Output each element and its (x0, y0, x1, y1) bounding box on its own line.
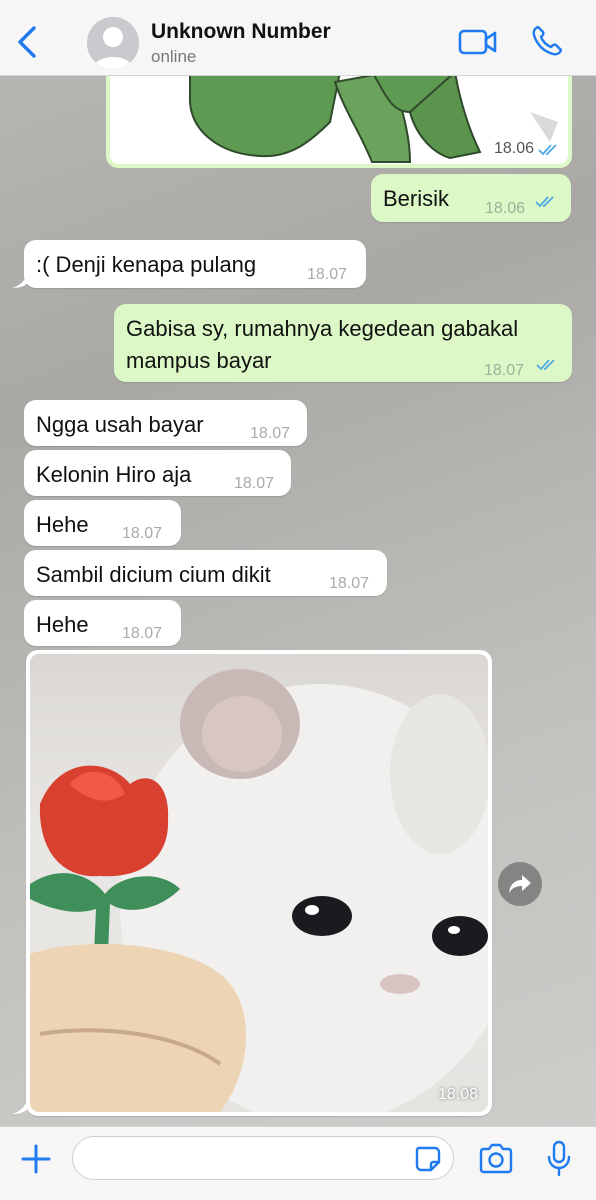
message-time: 18.06 (485, 200, 526, 217)
message-bubble-incoming[interactable]: Hehe 18.07 (24, 600, 181, 646)
message-bubble-outgoing[interactable]: Gabisa sy, rumahnya kegedean gabakal mam… (114, 304, 572, 382)
double-check-icon (538, 144, 557, 156)
plus-icon (21, 1144, 51, 1174)
sticker-icon (415, 1146, 441, 1172)
message-time: 18.06 (493, 140, 534, 157)
message-text: Hehe (36, 512, 89, 537)
message-time: 18.07 (484, 362, 525, 379)
message-text: Hehe (36, 612, 89, 637)
avatar-placeholder-icon (87, 17, 139, 69)
camera-icon (479, 1143, 513, 1174)
image-message[interactable]: 18.08 (26, 650, 492, 1116)
contact-name[interactable]: Unknown Number (151, 20, 331, 44)
message-bubble-incoming[interactable]: Hehe 18.07 (24, 500, 181, 546)
chevron-left-icon (18, 26, 36, 58)
chat-area[interactable]: 18.06 Berisik 18.06 :( Denji kenapa pula… (0, 76, 596, 1126)
contact-status: online (151, 47, 197, 66)
double-check-icon (536, 359, 555, 371)
message-time: 18.07 (234, 475, 275, 492)
message-text: Sambil dicium cium dikit (36, 562, 271, 587)
forward-button[interactable] (498, 862, 542, 906)
cat-image: 18.08 (30, 654, 488, 1112)
message-time: 18.07 (329, 575, 370, 592)
message-text: Ngga usah bayar (36, 412, 204, 437)
message-text: :( Denji kenapa pulang (36, 252, 257, 277)
cat-with-rose-graphic (30, 669, 488, 1112)
message-time: 18.08 (437, 1086, 478, 1103)
message-time: 18.07 (307, 266, 348, 283)
back-button[interactable] (14, 24, 42, 60)
video-call-button[interactable] (458, 26, 498, 58)
message-bubble-incoming[interactable]: Sambil dicium cium dikit 18.07 (24, 550, 387, 596)
message-bubble-incoming[interactable]: Kelonin Hiro aja 18.07 (24, 450, 291, 496)
sticker-message[interactable]: 18.06 (106, 76, 572, 168)
chat-header: Unknown Number online (0, 0, 596, 76)
microphone-button[interactable] (546, 1140, 572, 1178)
double-check-icon (535, 196, 554, 208)
camera-button[interactable] (478, 1143, 514, 1175)
attach-button[interactable] (20, 1143, 52, 1175)
message-time: 18.07 (250, 425, 291, 442)
voice-call-button[interactable] (530, 24, 564, 58)
message-text: Kelonin Hiro aja (36, 462, 192, 487)
bubble-tail (12, 1098, 28, 1114)
message-input[interactable] (72, 1136, 454, 1180)
phone-icon (532, 25, 563, 56)
message-text-line-1: Gabisa sy, rumahnya kegedean gabakal (126, 316, 519, 341)
microphone-icon (547, 1140, 571, 1177)
bubble-tail (12, 272, 28, 288)
sticker-button[interactable] (414, 1145, 442, 1173)
message-time: 18.07 (122, 525, 163, 542)
message-text: Berisik (383, 186, 450, 211)
message-bubble-outgoing[interactable]: Berisik 18.06 (371, 174, 571, 222)
sticker-image: 18.06 (110, 76, 568, 164)
video-icon (458, 29, 497, 55)
avatar[interactable] (87, 17, 139, 69)
forward-icon (509, 875, 531, 893)
message-bubble-incoming[interactable]: :( Denji kenapa pulang 18.07 (24, 240, 366, 288)
message-time: 18.07 (122, 625, 163, 642)
composer-bar (0, 1126, 596, 1200)
message-bubble-incoming[interactable]: Ngga usah bayar 18.07 (24, 400, 307, 446)
